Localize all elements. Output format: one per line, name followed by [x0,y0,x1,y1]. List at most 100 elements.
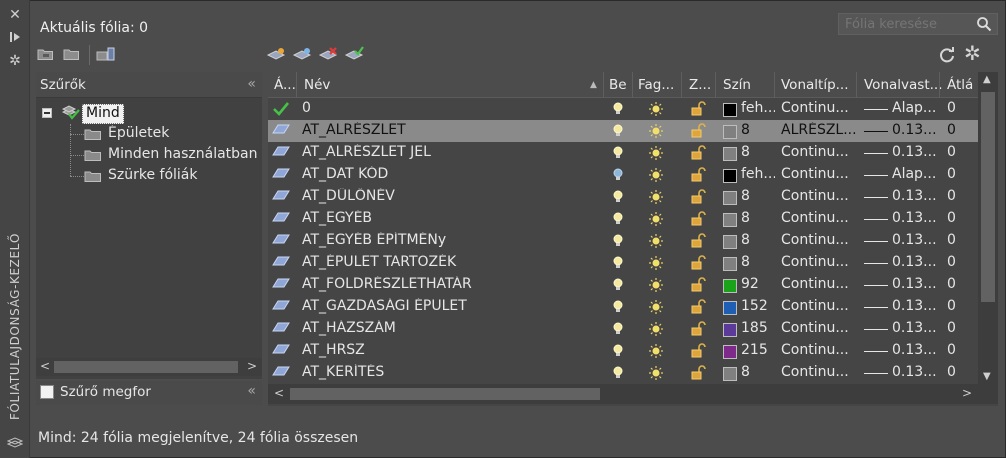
scroll-left-icon[interactable]: < [274,386,284,400]
unlocked-icon[interactable] [690,277,706,293]
new-property-filter-icon[interactable] [37,46,57,64]
layer-transparency[interactable]: 0 [947,100,975,116]
close-icon[interactable]: ✕ [6,6,24,24]
filter-item[interactable]: Minden használatban lé [108,146,262,162]
collapse-filter-panel-icon[interactable]: « [247,76,256,92]
layer-color-name[interactable]: 8 [741,254,775,270]
layer-name[interactable]: AT_DŰLŐNÉV [302,188,597,204]
layer-name[interactable]: AT_FÖLDRÉSZLETHATÁR [302,276,597,292]
tree-collapse-toggle[interactable] [42,108,52,118]
layer-color-name[interactable]: 185 [741,320,775,336]
color-swatch[interactable] [723,169,737,183]
layer-row[interactable]: AT_ALRÉSZLET JEL 8 Continu... 0.13... 0 [268,142,978,164]
layer-linetype[interactable]: Continu... [781,276,857,292]
sun-thaw-icon[interactable] [648,277,664,293]
lightbulb-on-icon[interactable] [612,256,624,270]
layer-color-name[interactable]: 8 [741,144,775,160]
color-swatch[interactable] [723,191,737,205]
layer-name[interactable]: AT_ÉPÜLET TARTOZÉK [302,254,597,270]
delete-layer-icon[interactable] [318,46,338,64]
sun-thaw-icon[interactable] [648,123,664,139]
layer-color-name[interactable]: 8 [741,232,775,248]
layer-transparency[interactable]: 0 [947,144,975,160]
sun-thaw-icon[interactable] [648,299,664,315]
scroll-down-icon[interactable]: ▼ [983,371,991,382]
layer-color-name[interactable]: 8 [741,122,775,138]
sun-thaw-icon[interactable] [648,189,664,205]
scroll-right-icon[interactable]: > [962,386,972,400]
sun-thaw-icon[interactable] [648,233,664,249]
scroll-thumb[interactable] [981,92,995,302]
set-current-icon[interactable] [344,46,364,64]
layer-color-name[interactable]: feh... [741,166,775,182]
lightbulb-on-icon[interactable] [612,278,624,292]
layer-lineweight[interactable]: Alap... [892,100,940,116]
column-status[interactable]: Á... [274,77,296,93]
lightbulb-on-icon[interactable] [612,212,624,226]
layer-row[interactable]: AT_HÁZSZÁM 185 Continu... 0.13... 0 [268,318,978,340]
layer-lineweight[interactable]: 0.13... [892,298,940,314]
layer-linetype[interactable]: ALRÉSZL... [781,122,857,138]
unlocked-icon[interactable] [690,101,706,117]
layer-name[interactable]: 0 [302,100,597,116]
layer-lineweight[interactable]: 0.13... [892,254,940,270]
column-transparency[interactable]: Átlá [947,77,973,93]
sun-thaw-icon[interactable] [648,211,664,227]
layer-transparency[interactable]: 0 [947,254,975,270]
layer-states-manager-icon[interactable] [96,46,116,64]
column-lock[interactable]: Z... [689,77,711,93]
lightbulb-on-icon[interactable] [612,344,624,358]
layer-transparency[interactable]: 0 [947,276,975,292]
layer-row[interactable]: 0 feh... Continu... Alap... 0 [268,98,978,120]
layer-name[interactable]: AT_HRSZ [302,342,597,358]
layer-transparency[interactable]: 0 [947,320,975,336]
layer-lineweight[interactable]: 0.13... [892,210,940,226]
scroll-left-icon[interactable]: < [40,359,50,373]
sun-thaw-icon[interactable] [648,145,664,161]
layer-transparency[interactable]: 0 [947,210,975,226]
layer-lineweight[interactable]: 0.13... [892,276,940,292]
layer-color-name[interactable]: 152 [741,298,775,314]
lightbulb-on-icon[interactable] [612,300,624,314]
layer-row[interactable]: AT_FÖLDRÉSZLETHATÁR 92 Continu... 0.13... 0 [268,274,978,296]
unlocked-icon[interactable] [690,211,706,227]
color-swatch[interactable] [723,235,737,249]
layer-linetype[interactable]: Continu... [781,342,857,358]
layer-linetype[interactable]: Continu... [781,320,857,336]
column-lineweight[interactable]: Vonalvast... [864,77,943,93]
color-swatch[interactable] [723,367,737,381]
column-freeze[interactable]: Fag... [638,77,674,93]
unlocked-icon[interactable] [690,167,706,183]
layer-linetype[interactable]: Continu... [781,100,857,116]
sun-thaw-icon[interactable] [648,255,664,271]
color-swatch[interactable] [723,125,737,139]
layer-row[interactable]: AT_DŰLŐNÉV 8 Continu... 0.13... 0 [268,186,978,208]
refresh-icon[interactable] [938,46,958,64]
color-swatch[interactable] [723,257,737,271]
sun-thaw-icon[interactable] [648,101,664,117]
layer-color-name[interactable]: 92 [741,276,775,292]
layer-linetype[interactable]: Continu... [781,210,857,226]
search-icon[interactable] [976,16,992,32]
search-input[interactable] [839,14,969,34]
layer-name[interactable]: AT_GAZDASÁGI ÉPÜLET [302,298,597,314]
lightbulb-on-icon[interactable] [612,146,624,160]
invert-filter-checkbox[interactable] [40,385,54,399]
column-color[interactable]: Szín [723,77,751,93]
layer-transparency[interactable]: 0 [947,122,975,138]
filter-horizontal-scrollbar[interactable]: < > [36,358,262,376]
sun-thaw-icon[interactable] [648,365,664,381]
layer-row[interactable]: AT_KERÍTÉS 8 Continu... 0.13... 0 [268,362,978,384]
unlocked-icon[interactable] [690,233,706,249]
layer-lineweight[interactable]: 0.13... [892,122,940,138]
layer-color-name[interactable]: 215 [741,342,775,358]
new-layer-icon[interactable] [266,46,286,64]
layer-name[interactable]: AT_ALRÉSZLET [302,122,597,138]
sun-thaw-icon[interactable] [648,343,664,359]
layer-linetype[interactable]: Continu... [781,364,857,380]
layer-color-name[interactable]: 8 [741,364,775,380]
lightbulb-on-icon[interactable] [612,102,624,116]
layer-lineweight[interactable]: 0.13... [892,320,940,336]
sun-thaw-icon[interactable] [648,167,664,183]
palette-title-bar[interactable]: ✕ ✲ FÓLIATULAJDONSÁG-KEZELŐ [0,0,30,458]
